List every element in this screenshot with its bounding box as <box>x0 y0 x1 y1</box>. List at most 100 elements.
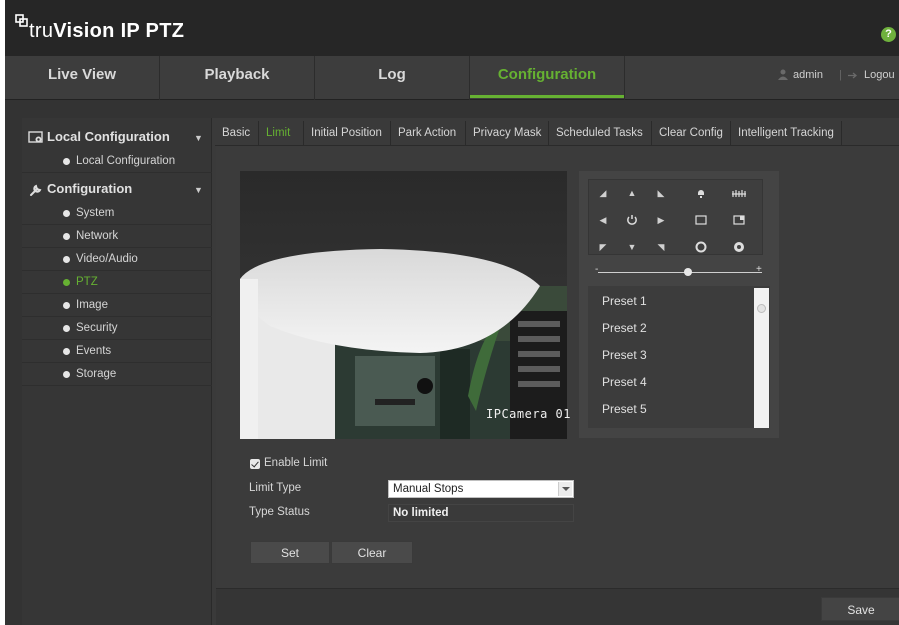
list-item[interactable]: Preset 2 <box>602 315 647 342</box>
pan-up-right-button[interactable]: ◣ <box>648 183 674 203</box>
video-osd-label: IPCamera 01 <box>486 407 571 421</box>
enable-limit-label: Enable Limit <box>264 457 328 469</box>
sidebar-item-local-configuration[interactable]: Local Configuration <box>22 150 212 173</box>
live-video-view[interactable] <box>240 171 567 439</box>
zoom-in-icon <box>695 215 707 225</box>
enable-limit-checkbox[interactable] <box>250 459 260 469</box>
limit-type-value: Manual Stops <box>393 483 464 495</box>
bullet-icon <box>63 279 70 286</box>
zoom-out-button[interactable] <box>726 210 752 230</box>
sidebar-item-storage[interactable]: Storage <box>22 363 212 386</box>
user-icon <box>778 69 788 80</box>
bullet-icon <box>63 348 70 355</box>
list-item[interactable]: Preset 4 <box>602 369 647 396</box>
bullet-icon <box>63 371 70 378</box>
sidebar-item-events[interactable]: Events <box>22 340 212 363</box>
pan-left-button[interactable]: ◀ <box>590 210 616 230</box>
sidebar-item-image[interactable]: Image <box>22 294 212 317</box>
tab-configuration[interactable]: Configuration <box>470 56 625 100</box>
tab-log[interactable]: Log <box>315 56 470 100</box>
pan-up-button[interactable]: ▲ <box>619 183 645 203</box>
bullet-icon <box>63 256 70 263</box>
wiper-button[interactable] <box>726 183 752 203</box>
preset-list: Preset 1 Preset 2 Preset 3 Preset 4 Pres… <box>588 286 770 428</box>
type-status-field: No limited <box>388 504 574 522</box>
tab-limit[interactable]: Limit <box>260 121 296 145</box>
sidebar-item-label: Network <box>76 230 119 242</box>
focus-near-icon <box>695 241 707 253</box>
auto-pan-button[interactable] <box>619 210 645 230</box>
preset-scrollbar-thumb[interactable] <box>757 304 766 313</box>
tab-separator <box>651 121 652 145</box>
sidebar: Local Configuration ▼ Local Configuratio… <box>22 118 212 625</box>
user-menu[interactable]: admin <box>778 56 823 100</box>
logout-label: Logou <box>864 69 895 81</box>
sidebar-item-network[interactable]: Network <box>22 225 212 248</box>
save-button[interactable]: Save <box>821 597 899 621</box>
wiper-icon <box>732 190 746 197</box>
logo-mark-icon <box>15 14 28 27</box>
tab-separator <box>258 121 259 145</box>
pan-down-left-button[interactable]: ◤ <box>590 237 616 257</box>
brand-name: truVision IP PTZ <box>29 20 185 42</box>
sidebar-section-local-configuration[interactable]: Local Configuration ▼ <box>22 124 212 150</box>
pan-down-button[interactable]: ▼ <box>619 237 645 257</box>
bullet-icon <box>63 302 70 309</box>
sidebar-section-label: Local Configuration <box>47 129 170 144</box>
list-item[interactable]: Preset 3 <box>602 342 647 369</box>
pan-down-right-button[interactable]: ◥ <box>648 237 674 257</box>
footer-bar <box>216 588 899 625</box>
tab-initial-position[interactable]: Initial Position <box>305 121 388 145</box>
app-window: truVision IP PTZ ? Live View Playback Lo… <box>5 0 899 625</box>
focus-far-button[interactable] <box>726 237 752 257</box>
tab-separator <box>390 121 391 145</box>
type-status-label: Type Status <box>249 506 310 518</box>
light-icon <box>698 190 704 198</box>
ptz-speed-slider[interactable] <box>598 272 762 273</box>
focus-far-icon <box>734 242 744 252</box>
tab-live-view[interactable]: Live View <box>5 56 160 100</box>
limit-type-select[interactable]: Manual Stops <box>388 480 574 498</box>
set-button[interactable]: Set <box>250 541 330 564</box>
tab-playback[interactable]: Playback <box>160 56 315 100</box>
sidebar-item-label: Security <box>76 322 118 334</box>
tab-basic[interactable]: Basic <box>216 121 256 145</box>
logout-link[interactable]: Logou <box>848 56 895 100</box>
tab-scheduled-tasks[interactable]: Scheduled Tasks <box>550 121 649 145</box>
help-button[interactable]: ? <box>881 27 896 42</box>
light-button[interactable] <box>688 183 714 203</box>
sidebar-item-label: Local Configuration <box>76 155 176 167</box>
list-item[interactable]: Preset 1 <box>602 288 647 315</box>
sidebar-section-configuration[interactable]: Configuration ▼ <box>22 176 212 202</box>
sidebar-item-video-audio[interactable]: Video/Audio <box>22 248 212 271</box>
zoom-in-button[interactable] <box>688 210 714 230</box>
sidebar-item-security[interactable]: Security <box>22 317 212 340</box>
sidebar-item-ptz[interactable]: PTZ <box>22 271 212 294</box>
sidebar-item-label: Storage <box>76 368 117 380</box>
tab-intelligent-tracking[interactable]: Intelligent Tracking <box>732 121 840 145</box>
sidebar-item-label: Video/Audio <box>76 253 138 265</box>
clear-button[interactable]: Clear <box>331 541 413 564</box>
tab-park-action[interactable]: Park Action <box>392 121 462 145</box>
slider-minus-label: - <box>595 264 599 275</box>
sidebar-item-label: System <box>76 207 115 219</box>
sidebar-section-label: Configuration <box>47 181 133 196</box>
header-bar: truVision IP PTZ ? <box>5 0 899 56</box>
tab-separator <box>841 121 842 145</box>
limit-type-label: Limit Type <box>249 482 302 494</box>
slider-plus-label: + <box>756 264 762 275</box>
logout-icon <box>848 72 858 79</box>
tab-separator <box>730 121 731 145</box>
focus-near-button[interactable] <box>688 237 714 257</box>
sidebar-item-label: PTZ <box>76 276 98 288</box>
tab-clear-config[interactable]: Clear Config <box>653 121 729 145</box>
sidebar-item-system[interactable]: System <box>22 202 212 225</box>
list-item[interactable]: Preset 5 <box>602 396 647 423</box>
camera-feed-image <box>240 171 567 439</box>
pan-right-button[interactable]: ▶ <box>648 210 674 230</box>
tab-separator <box>548 121 549 145</box>
tab-privacy-mask[interactable]: Privacy Mask <box>467 121 547 145</box>
pan-up-left-button[interactable]: ◢ <box>590 183 616 203</box>
main-nav: Live View Playback Log Configuration adm… <box>5 56 899 100</box>
tab-separator <box>465 121 466 145</box>
